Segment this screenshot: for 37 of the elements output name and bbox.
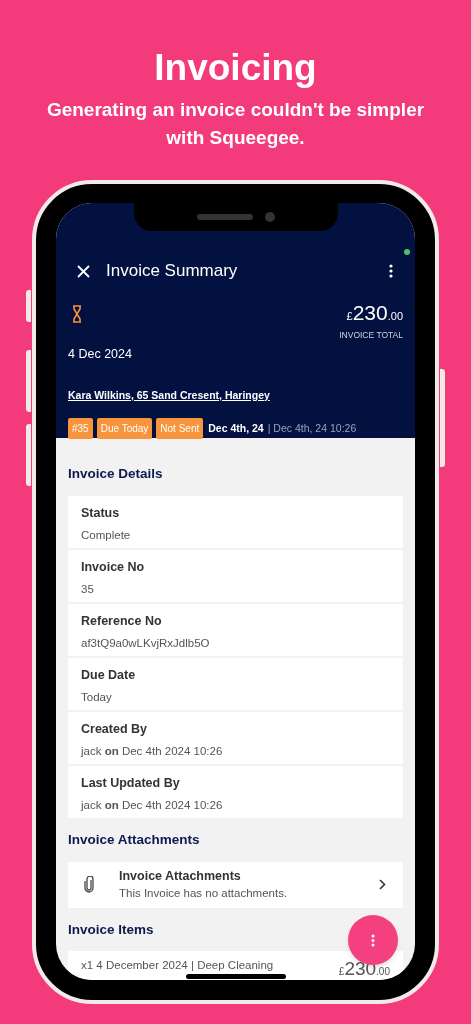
field-label: Invoice No [81, 559, 146, 577]
field-value: Complete [81, 528, 132, 543]
attachments-title: Invoice Attachments [119, 867, 242, 885]
field-value: 35 [81, 582, 95, 597]
updated-date: Dec 4th, 24 [208, 420, 264, 436]
item-description: x1 4 December 2024 | Deep Cleaning [81, 957, 274, 973]
updated-timestamp: | Dec 4th, 24 10:26 [267, 420, 357, 436]
invoice-date: 4 Dec 2024 [68, 345, 133, 363]
field-value: af3tQ9a0wLKvjRxJdlb5O [81, 636, 211, 651]
field-value: jack on Dec 4th 2024 10:26 [81, 798, 224, 813]
screen-title: Invoice Summary [106, 260, 238, 283]
status-tag: #35 [68, 418, 93, 440]
field-value: Today [81, 690, 113, 705]
hero-subtitle: Generating an invoice couldn't be simpler with Squeegee. [45, 98, 426, 150]
hero-title: Invoicing [154, 48, 317, 88]
paperclip-icon [84, 876, 94, 893]
field-label: Reference No [81, 613, 163, 631]
field-value: jack on Dec 4th 2024 10:26 [81, 744, 224, 759]
invoice-total-amount: £230.00 [346, 301, 403, 326]
status-tag: Due Today [96, 418, 153, 440]
customer-address-link[interactable]: Kara Wilkins, 65 Sand Cresent, Haringey [68, 387, 403, 404]
section-heading: Invoice Items [68, 920, 154, 939]
status-tag: Not Sent [156, 418, 204, 440]
field-label: Last Updated By [81, 775, 181, 793]
field-label: Due Date [81, 667, 137, 685]
field-label: Created By [81, 721, 148, 739]
more-icon [371, 933, 375, 947]
more-icon[interactable] [389, 264, 393, 278]
chevron-right-icon [379, 879, 386, 890]
hourglass-icon [72, 305, 82, 323]
section-heading: Invoice Attachments [68, 831, 200, 850]
section-heading: Invoice Details [68, 465, 163, 483]
field-label: Status [81, 505, 121, 523]
attachments-row[interactable]: Invoice Attachments This Invoice has no attachments. [68, 861, 403, 908]
invoice-total-label: INVOICE TOTAL [339, 329, 403, 342]
close-icon[interactable] [77, 264, 90, 278]
attachments-subtitle: This Invoice has no attachments. [119, 886, 288, 902]
